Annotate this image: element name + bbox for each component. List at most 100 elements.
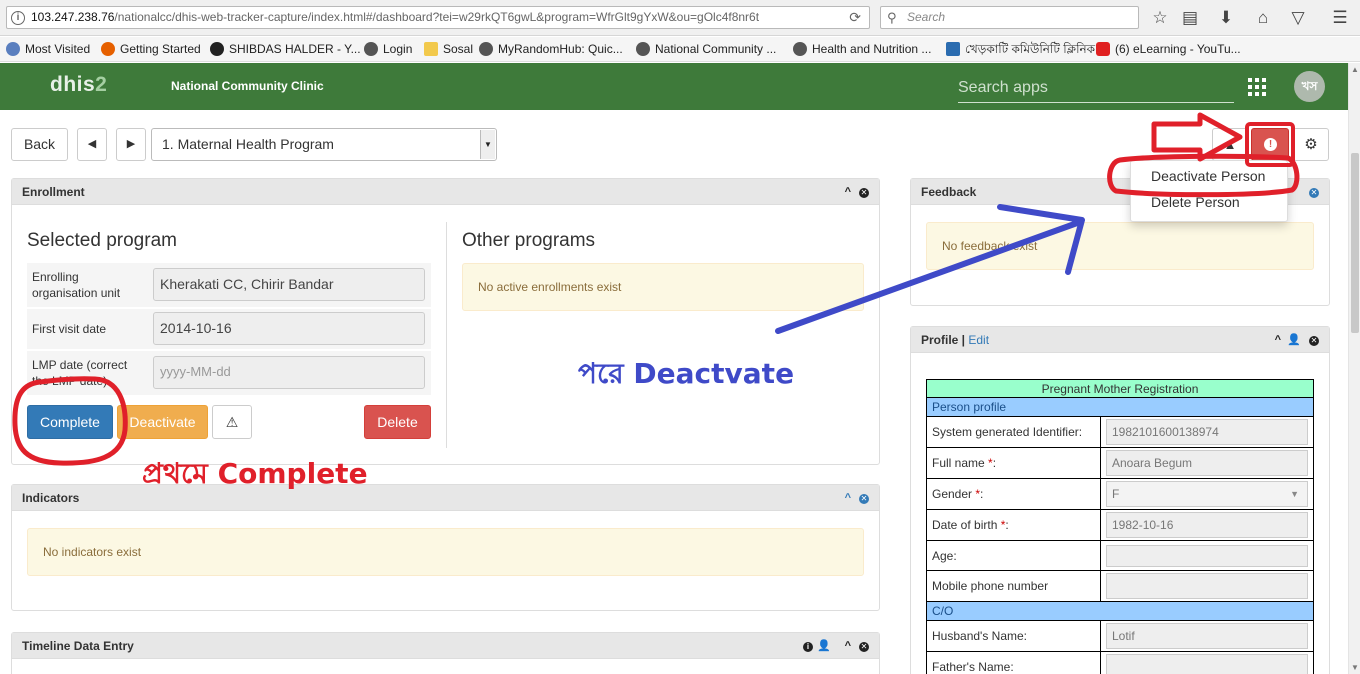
bookmark-item[interactable]: Most Visited (6, 41, 90, 57)
delete-enrollment-button[interactable]: Delete (364, 405, 431, 439)
annotation-english-text: Deactvate (633, 357, 795, 390)
bookmark-item[interactable]: National Community ... (636, 41, 776, 57)
close-widget-icon[interactable]: ✕ (1309, 179, 1319, 205)
browser-toolbar: i 103.247.238.76/nationalcc/dhis-web-tra… (0, 0, 1360, 36)
globe-icon (364, 42, 378, 56)
edit-profile-link[interactable]: Edit (968, 333, 989, 347)
warning-icon: ⚠ (225, 414, 239, 430)
row-label: Date of birth *: (926, 509, 1101, 541)
identifier-field: 1982101600138974 (1106, 419, 1308, 445)
complete-enrollment-button[interactable]: Complete (27, 405, 113, 439)
bookmark-item[interactable]: (6) eLearning - YouTu... (1096, 41, 1241, 57)
row-label: Father's Name: (926, 651, 1101, 674)
form-title: Pregnant Mother Registration (926, 379, 1314, 398)
annotation-first-complete: প্রথমে Complete (142, 456, 368, 492)
person-actions-button[interactable]: ! (1251, 128, 1289, 161)
person-icon[interactable]: 👤 (1287, 327, 1301, 353)
dashboard-settings-button[interactable]: ⚙ (1293, 128, 1329, 161)
panel-title: Indicators (22, 491, 80, 505)
user-avatar[interactable]: খস (1294, 71, 1325, 102)
site-info-icon[interactable]: i (11, 11, 25, 25)
exclamation-icon: ! (1264, 138, 1277, 151)
full-name-field[interactable]: Anoara Begum (1106, 450, 1308, 476)
menu-icon[interactable]: ☰ (1328, 6, 1352, 30)
bookmark-icon (6, 42, 20, 56)
org-unit-field: Kherakati CC, Chirir Bandar (153, 268, 425, 301)
annotation-bangla-text: প্রথমে (142, 457, 208, 490)
youtube-icon (1096, 42, 1110, 56)
gender-select[interactable]: F ▼ (1106, 481, 1308, 507)
previous-record-button[interactable]: ◀ (77, 128, 107, 161)
menu-item-deactivate-person[interactable]: Deactivate Person (1151, 168, 1265, 184)
father-name-field[interactable] (1106, 654, 1308, 674)
chevron-right-icon: ▶ (126, 138, 136, 150)
collapse-icon[interactable]: ^ (845, 485, 851, 511)
bookmark-item[interactable]: SHIBDAS HALDER - Y... (210, 41, 361, 57)
download-icon[interactable]: ⬇ (1214, 6, 1238, 30)
row-label: Husband's Name: (926, 620, 1101, 652)
deactivate-enrollment-button[interactable]: Deactivate (117, 405, 208, 439)
close-widget-icon[interactable]: ✕ (859, 485, 869, 511)
apps-grid-icon[interactable] (1248, 78, 1268, 96)
chevron-down-icon: ▼ (1290, 489, 1299, 499)
program-select-value: 1. Maternal Health Program (162, 136, 334, 152)
field-label-first-visit: First visit date (32, 322, 107, 336)
collapse-icon[interactable]: ^ (1275, 327, 1281, 353)
section-header: C/O (926, 601, 1314, 621)
browser-search-input[interactable]: ⚲ Search (880, 6, 1139, 29)
selected-program-heading: Selected program (27, 230, 177, 251)
field-label-lmp: LMP date (correct the LMP date) (32, 358, 128, 388)
pin-icon: ▲ (1223, 137, 1237, 152)
field-label-org-unit: Enrolling organisation unit (32, 270, 121, 300)
notes-button[interactable]: ▲ (1212, 128, 1248, 161)
bookmark-item[interactable]: Health and Nutrition ... (793, 41, 931, 57)
mobile-phone-field[interactable] (1106, 573, 1308, 599)
bookmark-item[interactable]: Getting Started (101, 41, 201, 57)
date-of-birth-field[interactable]: 1982-10-16 (1106, 512, 1308, 538)
lmp-date-field[interactable]: yyyy-MM-dd (153, 356, 425, 389)
reload-icon[interactable]: ⟳ (849, 7, 861, 28)
scrollbar-thumb[interactable] (1351, 153, 1359, 333)
close-widget-icon[interactable]: ✕ (859, 179, 869, 205)
page-scrollbar[interactable]: ▲ ▼ (1348, 63, 1360, 674)
collapse-icon[interactable]: ^ (845, 633, 851, 659)
bookmark-item[interactable]: MyRandomHub: Quic... (479, 41, 623, 57)
bookmark-item[interactable]: খেড়কাটি কমিউনিটি ক্লিনিক (946, 41, 1095, 57)
menu-item-delete-person[interactable]: Delete Person (1151, 194, 1240, 210)
collapse-icon[interactable]: ^ (845, 179, 851, 205)
folder-icon (424, 42, 438, 56)
bookmark-item[interactable]: Sosal (424, 41, 473, 57)
search-apps-input[interactable]: Search apps (958, 75, 1234, 103)
close-widget-icon[interactable]: ✕ (859, 633, 869, 659)
mark-risky-button[interactable]: ⚠ (212, 405, 252, 439)
dhis2-logo[interactable]: dhis2 (50, 73, 107, 97)
program-select[interactable]: 1. Maternal Health Program ▼ (151, 128, 497, 161)
person-icon[interactable]: 👤 (817, 633, 831, 659)
row-label: Mobile phone number (926, 570, 1101, 602)
reading-list-icon[interactable]: ▤ (1178, 6, 1202, 30)
panel-title: Profile (921, 333, 959, 347)
no-feedback-notice: No feedback exist (926, 222, 1314, 270)
pocket-icon[interactable]: ▽ (1286, 6, 1310, 30)
close-widget-icon[interactable]: ✕ (1309, 327, 1319, 353)
bookmark-star-icon[interactable]: ☆ (1148, 6, 1172, 30)
url-bar[interactable]: i 103.247.238.76/nationalcc/dhis-web-tra… (6, 6, 870, 29)
row-label: Age: (926, 540, 1101, 571)
divider (446, 222, 447, 448)
timeline-panel: Timeline Data Entry i 👤 ^ ✕ (11, 632, 880, 674)
gear-icon: ⚙ (1304, 136, 1318, 153)
person-actions-menu: Deactivate Person Delete Person (1130, 160, 1288, 222)
next-record-button[interactable]: ▶ (116, 128, 146, 161)
bookmark-item[interactable]: Login (364, 41, 412, 57)
info-icon[interactable]: i (803, 633, 813, 659)
back-button[interactable]: Back (11, 128, 68, 161)
row-label: Gender *: (926, 478, 1101, 510)
husband-name-field[interactable]: Lotif (1106, 623, 1308, 649)
home-icon[interactable]: ⌂ (1251, 6, 1275, 30)
age-field[interactable] (1106, 544, 1308, 567)
globe-icon (636, 42, 650, 56)
search-icon: ⚲ (887, 10, 897, 25)
enrollment-panel-header: Enrollment ^ ✕ (12, 179, 879, 205)
first-visit-date-field[interactable]: 2014-10-16 (153, 312, 425, 345)
firefox-icon (101, 42, 115, 56)
